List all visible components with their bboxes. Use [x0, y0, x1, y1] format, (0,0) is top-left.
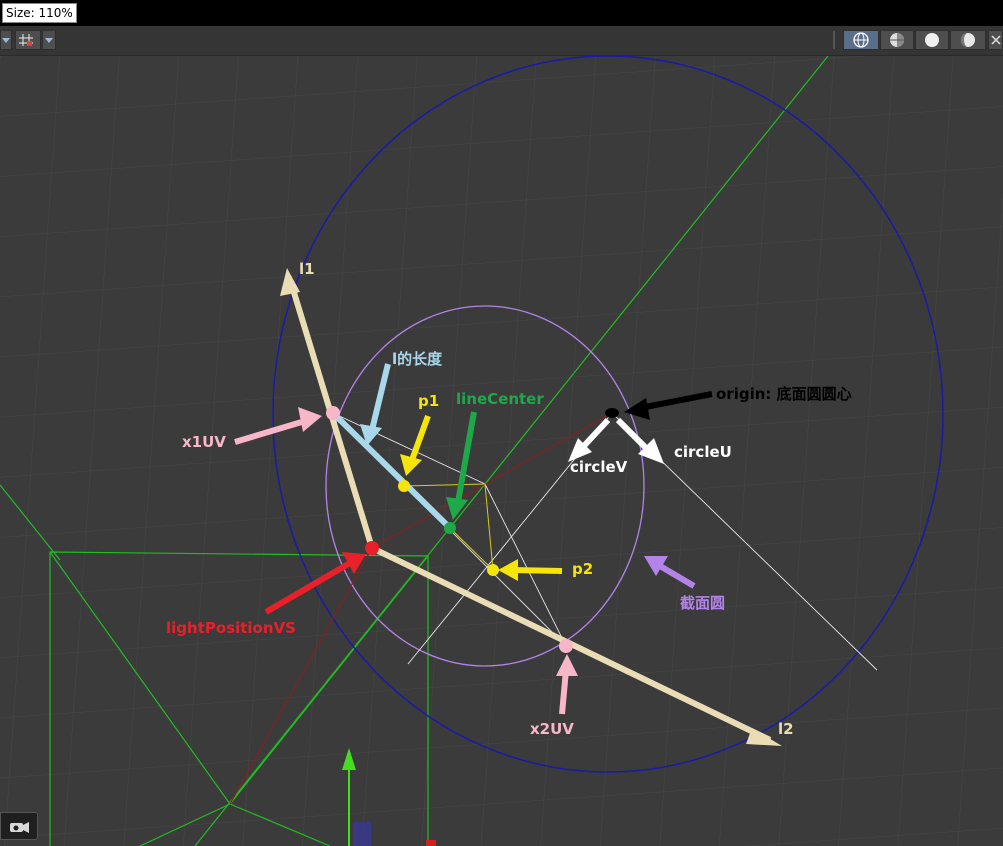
shaded-wire-mode-button[interactable] — [880, 30, 914, 50]
shaded-sphere-icon — [890, 33, 904, 47]
material-sphere-icon — [961, 33, 975, 47]
line-center-point — [444, 522, 456, 534]
solid-mode-button[interactable] — [915, 30, 949, 50]
circle-v-label: circleV — [570, 458, 628, 476]
p1-label: p1 — [418, 392, 439, 410]
overlay-options-button[interactable] — [988, 30, 1003, 50]
close-icon — [991, 35, 1001, 45]
p2-label: p2 — [572, 560, 593, 578]
x2uv-label: x2UV — [530, 720, 574, 738]
origin-label: origin: 底面圆圆心 — [716, 385, 852, 403]
wireframe-mode-button[interactable] — [843, 30, 879, 50]
viewport-grid — [0, 56, 1003, 846]
toolbar-divider — [833, 31, 835, 49]
origin-point — [605, 408, 619, 418]
size-indicator: Size: 110% — [2, 3, 77, 23]
material-mode-button[interactable] — [950, 30, 986, 50]
l2-label: l2 — [778, 720, 794, 738]
wireframe-sphere-icon — [853, 32, 869, 48]
circle-u-label: circleU — [674, 443, 732, 461]
light-position-point — [365, 541, 379, 555]
3d-viewport[interactable]: l1 l2 l的长度 p1 p2 lineCenter origin: 底面圆圆… — [0, 56, 1003, 846]
l-length-label: l的长度 — [392, 350, 443, 368]
l1-label: l1 — [299, 260, 315, 278]
p2-point — [487, 564, 499, 576]
p1-point — [398, 480, 410, 492]
light-position-label: lightPositionVS — [166, 619, 296, 637]
grid-snap-dropdown[interactable] — [42, 30, 56, 50]
x2uv-point — [559, 639, 573, 653]
x1uv-point — [326, 406, 340, 420]
section-circle-label: 截面圆 — [680, 594, 725, 612]
chevron-down-icon — [2, 38, 10, 43]
viewport-toolbar — [0, 26, 1003, 56]
window-top-bar: Size: 110% — [0, 0, 1003, 26]
x2uv-annotation-arrow — [559, 669, 569, 715]
solid-sphere-icon — [925, 33, 939, 47]
x1uv-label: x1UV — [182, 433, 226, 451]
line-center-label: lineCenter — [456, 390, 544, 408]
grid-snap-icon — [19, 34, 33, 46]
view-dropdown-button[interactable] — [0, 30, 12, 50]
grid-snap-button[interactable] — [15, 30, 41, 50]
chevron-down-icon — [45, 38, 53, 43]
camera-button[interactable] — [0, 812, 38, 840]
p2-annotation-arrow — [511, 567, 563, 574]
camera-icon — [10, 822, 29, 833]
